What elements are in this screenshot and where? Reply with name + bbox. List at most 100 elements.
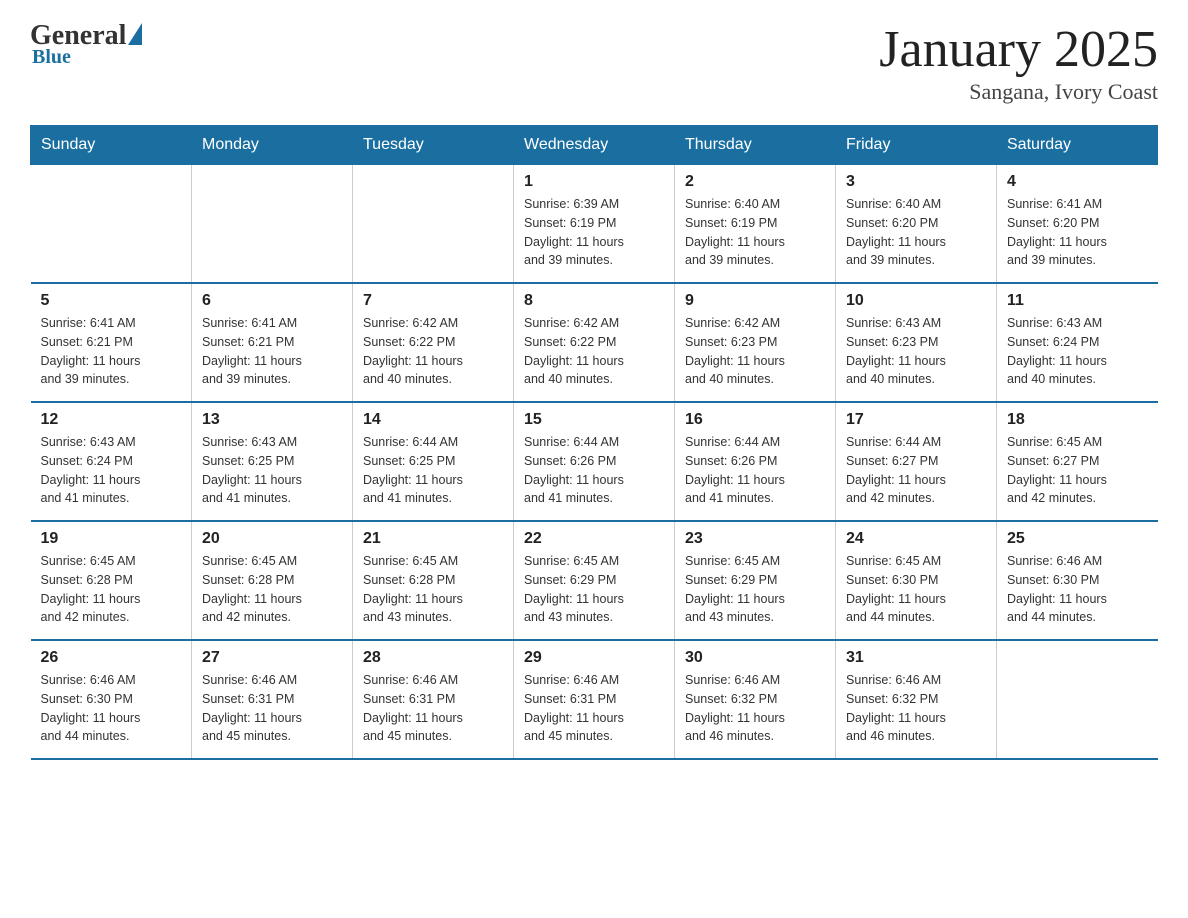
day-number: 13: [202, 411, 342, 429]
calendar-cell: 17 Sunrise: 6:44 AM Sunset: 6:27 PM Dayli…: [836, 402, 997, 521]
day-info: Sunrise: 6:46 AM Sunset: 6:31 PM Dayligh…: [363, 671, 503, 746]
calendar-cell: 9 Sunrise: 6:42 AM Sunset: 6:23 PM Daylig…: [675, 283, 836, 402]
day-info: Sunrise: 6:45 AM Sunset: 6:28 PM Dayligh…: [202, 552, 342, 627]
day-info: Sunrise: 6:42 AM Sunset: 6:23 PM Dayligh…: [685, 314, 825, 389]
day-info: Sunrise: 6:42 AM Sunset: 6:22 PM Dayligh…: [524, 314, 664, 389]
day-info: Sunrise: 6:45 AM Sunset: 6:28 PM Dayligh…: [41, 552, 182, 627]
calendar-cell: 6 Sunrise: 6:41 AM Sunset: 6:21 PM Daylig…: [192, 283, 353, 402]
month-title: January 2025: [879, 20, 1158, 79]
day-number: 14: [363, 411, 503, 429]
day-number: 3: [846, 173, 986, 191]
calendar-cell: 1 Sunrise: 6:39 AM Sunset: 6:19 PM Daylig…: [514, 165, 675, 284]
calendar-cell: 23 Sunrise: 6:45 AM Sunset: 6:29 PM Dayli…: [675, 521, 836, 640]
calendar-cell: [31, 165, 192, 284]
title-section: January 2025 Sangana, Ivory Coast: [879, 20, 1158, 105]
day-number: 1: [524, 173, 664, 191]
calendar-cell: 30Sunrise: 6:46 AM Sunset: 6:32 PM Dayli…: [675, 640, 836, 759]
day-number: 19: [41, 530, 182, 548]
day-info: Sunrise: 6:46 AM Sunset: 6:31 PM Dayligh…: [202, 671, 342, 746]
day-info: Sunrise: 6:45 AM Sunset: 6:29 PM Dayligh…: [685, 552, 825, 627]
calendar-cell: 7Sunrise: 6:42 AM Sunset: 6:22 PM Daylig…: [353, 283, 514, 402]
day-info: Sunrise: 6:45 AM Sunset: 6:28 PM Dayligh…: [363, 552, 503, 627]
day-info: Sunrise: 6:40 AM Sunset: 6:19 PM Dayligh…: [685, 195, 825, 270]
day-number: 26: [41, 649, 182, 667]
calendar-cell: 16Sunrise: 6:44 AM Sunset: 6:26 PM Dayli…: [675, 402, 836, 521]
day-info: Sunrise: 6:46 AM Sunset: 6:30 PM Dayligh…: [1007, 552, 1148, 627]
day-info: Sunrise: 6:46 AM Sunset: 6:30 PM Dayligh…: [41, 671, 182, 746]
calendar-cell: 21Sunrise: 6:45 AM Sunset: 6:28 PM Dayli…: [353, 521, 514, 640]
calendar-header: SundayMondayTuesdayWednesdayThursdayFrid…: [31, 126, 1158, 165]
day-header-saturday: Saturday: [997, 126, 1158, 165]
calendar-cell: 31 Sunrise: 6:46 AM Sunset: 6:32 PM Dayli…: [836, 640, 997, 759]
calendar-cell: 10 Sunrise: 6:43 AM Sunset: 6:23 PM Dayli…: [836, 283, 997, 402]
day-info: Sunrise: 6:44 AM Sunset: 6:25 PM Dayligh…: [363, 433, 503, 508]
day-number: 22: [524, 530, 664, 548]
day-info: Sunrise: 6:39 AM Sunset: 6:19 PM Dayligh…: [524, 195, 664, 270]
day-number: 18: [1007, 411, 1148, 429]
logo: General Blue: [30, 20, 142, 69]
day-number: 15: [524, 411, 664, 429]
week-row-1: 1 Sunrise: 6:39 AM Sunset: 6:19 PM Daylig…: [31, 165, 1158, 284]
day-info: Sunrise: 6:44 AM Sunset: 6:27 PM Dayligh…: [846, 433, 986, 508]
calendar-cell: 8 Sunrise: 6:42 AM Sunset: 6:22 PM Daylig…: [514, 283, 675, 402]
day-info: Sunrise: 6:43 AM Sunset: 6:23 PM Dayligh…: [846, 314, 986, 389]
day-number: 25: [1007, 530, 1148, 548]
day-number: 2: [685, 173, 825, 191]
day-info: Sunrise: 6:46 AM Sunset: 6:32 PM Dayligh…: [846, 671, 986, 746]
day-info: Sunrise: 6:41 AM Sunset: 6:21 PM Dayligh…: [202, 314, 342, 389]
calendar-cell: 19 Sunrise: 6:45 AM Sunset: 6:28 PM Dayli…: [31, 521, 192, 640]
day-number: 9: [685, 292, 825, 310]
day-info: Sunrise: 6:41 AM Sunset: 6:21 PM Dayligh…: [41, 314, 182, 389]
day-info: Sunrise: 6:45 AM Sunset: 6:30 PM Dayligh…: [846, 552, 986, 627]
calendar-cell: 15 Sunrise: 6:44 AM Sunset: 6:26 PM Dayli…: [514, 402, 675, 521]
calendar-cell: 4Sunrise: 6:41 AM Sunset: 6:20 PM Daylig…: [997, 165, 1158, 284]
day-number: 6: [202, 292, 342, 310]
week-row-3: 12 Sunrise: 6:43 AM Sunset: 6:24 PM Dayli…: [31, 402, 1158, 521]
day-info: Sunrise: 6:45 AM Sunset: 6:27 PM Dayligh…: [1007, 433, 1148, 508]
location-text: Sangana, Ivory Coast: [879, 79, 1158, 105]
logo-triangle-icon: [128, 23, 142, 45]
day-info: Sunrise: 6:46 AM Sunset: 6:31 PM Dayligh…: [524, 671, 664, 746]
day-number: 5: [41, 292, 182, 310]
week-row-4: 19 Sunrise: 6:45 AM Sunset: 6:28 PM Dayli…: [31, 521, 1158, 640]
day-info: Sunrise: 6:43 AM Sunset: 6:24 PM Dayligh…: [1007, 314, 1148, 389]
day-info: Sunrise: 6:41 AM Sunset: 6:20 PM Dayligh…: [1007, 195, 1148, 270]
day-number: 10: [846, 292, 986, 310]
calendar-cell: 28Sunrise: 6:46 AM Sunset: 6:31 PM Dayli…: [353, 640, 514, 759]
calendar-cell: [353, 165, 514, 284]
calendar-body: 1 Sunrise: 6:39 AM Sunset: 6:19 PM Daylig…: [31, 165, 1158, 760]
day-info: Sunrise: 6:43 AM Sunset: 6:25 PM Dayligh…: [202, 433, 342, 508]
calendar-cell: 5 Sunrise: 6:41 AM Sunset: 6:21 PM Daylig…: [31, 283, 192, 402]
calendar-cell: 14 Sunrise: 6:44 AM Sunset: 6:25 PM Dayli…: [353, 402, 514, 521]
page-header: General Blue January 2025 Sangana, Ivory…: [30, 20, 1158, 105]
day-info: Sunrise: 6:43 AM Sunset: 6:24 PM Dayligh…: [41, 433, 182, 508]
day-number: 11: [1007, 292, 1148, 310]
calendar-cell: 24 Sunrise: 6:45 AM Sunset: 6:30 PM Dayli…: [836, 521, 997, 640]
day-number: 27: [202, 649, 342, 667]
calendar-cell: 12 Sunrise: 6:43 AM Sunset: 6:24 PM Dayli…: [31, 402, 192, 521]
day-number: 23: [685, 530, 825, 548]
calendar-cell: [192, 165, 353, 284]
header-row: SundayMondayTuesdayWednesdayThursdayFrid…: [31, 126, 1158, 165]
calendar-cell: 18 Sunrise: 6:45 AM Sunset: 6:27 PM Dayli…: [997, 402, 1158, 521]
day-number: 29: [524, 649, 664, 667]
day-number: 31: [846, 649, 986, 667]
day-header-wednesday: Wednesday: [514, 126, 675, 165]
calendar-cell: 29 Sunrise: 6:46 AM Sunset: 6:31 PM Dayli…: [514, 640, 675, 759]
calendar-cell: 27 Sunrise: 6:46 AM Sunset: 6:31 PM Dayli…: [192, 640, 353, 759]
day-number: 30: [685, 649, 825, 667]
day-info: Sunrise: 6:45 AM Sunset: 6:29 PM Dayligh…: [524, 552, 664, 627]
calendar-cell: 3Sunrise: 6:40 AM Sunset: 6:20 PM Daylig…: [836, 165, 997, 284]
calendar-cell: 26 Sunrise: 6:46 AM Sunset: 6:30 PM Dayli…: [31, 640, 192, 759]
day-number: 12: [41, 411, 182, 429]
day-number: 8: [524, 292, 664, 310]
calendar-cell: 20 Sunrise: 6:45 AM Sunset: 6:28 PM Dayli…: [192, 521, 353, 640]
calendar-table: SundayMondayTuesdayWednesdayThursdayFrid…: [30, 125, 1158, 760]
calendar-cell: 2 Sunrise: 6:40 AM Sunset: 6:19 PM Daylig…: [675, 165, 836, 284]
day-info: Sunrise: 6:44 AM Sunset: 6:26 PM Dayligh…: [524, 433, 664, 508]
week-row-5: 26 Sunrise: 6:46 AM Sunset: 6:30 PM Dayli…: [31, 640, 1158, 759]
day-header-monday: Monday: [192, 126, 353, 165]
day-number: 17: [846, 411, 986, 429]
day-number: 20: [202, 530, 342, 548]
day-number: 24: [846, 530, 986, 548]
